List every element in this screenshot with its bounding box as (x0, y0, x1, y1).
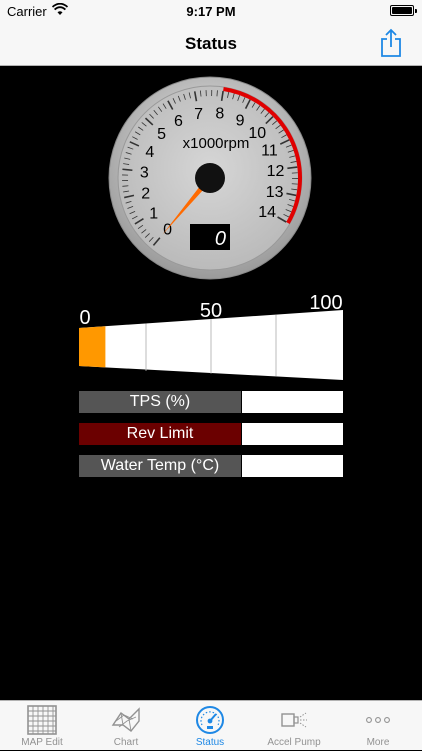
readout-rev-limit-value (242, 423, 343, 445)
clock: 9:17 PM (0, 4, 422, 19)
navigation-bar: Status (0, 22, 422, 66)
tach-tick (122, 169, 132, 170)
tab-status[interactable]: Status (168, 701, 252, 751)
tab-more-label: More (336, 737, 420, 748)
tach-scale-label: 7 (194, 106, 203, 123)
tab-accel-pump[interactable]: Accel Pump (252, 701, 336, 751)
injector-icon (279, 705, 309, 735)
tach-scale-label: 14 (258, 204, 276, 221)
tach-scale-label: 2 (141, 186, 150, 203)
more-icon (363, 705, 393, 735)
digital-readout: 0 (215, 228, 226, 250)
tach-tick (122, 186, 128, 187)
tach-scale-label: 13 (266, 184, 284, 201)
tach-scale-label: 10 (248, 125, 266, 142)
tab-chart-label: Chart (84, 737, 168, 748)
page-title: Status (0, 34, 422, 54)
readout-water-temp: Water Temp (°C) (79, 455, 343, 477)
tach-tick (217, 90, 218, 96)
tach-scale-label: 3 (140, 164, 149, 181)
tachometer-gauge: 01234567891011121314 x1000rpm 0 (108, 76, 312, 280)
tach-scale-label: 8 (215, 106, 224, 123)
tach-scale-label: 1 (149, 205, 158, 222)
readout-water-temp-label: Water Temp (°C) (79, 455, 241, 477)
tab-map-edit-label: MAP Edit (0, 737, 84, 748)
tab-chart[interactable]: Chart (84, 701, 168, 751)
grid-icon (27, 705, 57, 735)
tach-scale-label: 4 (145, 144, 154, 161)
share-icon[interactable] (378, 28, 404, 58)
tab-map-edit[interactable]: MAP Edit (0, 701, 84, 751)
readout-rev-limit-label: Rev Limit (79, 423, 241, 445)
status-bar: Carrier 9:17 PM (0, 0, 422, 22)
readout-water-temp-value (242, 455, 343, 477)
readout-tps-label: TPS (%) (79, 391, 241, 413)
gauge-icon (195, 705, 225, 735)
throttle-bar: 0 50 100 (76, 288, 348, 384)
rpm-unit-label: x1000rpm (183, 135, 250, 152)
tach-scale-label: 5 (157, 126, 166, 143)
tach-scale-label: 9 (236, 112, 245, 129)
tab-more[interactable]: More (336, 701, 420, 751)
tach-scale-label: 11 (261, 142, 278, 159)
readout-tps: TPS (%) (79, 391, 343, 413)
readout-rev-limit: Rev Limit (79, 423, 343, 445)
battery-icon (390, 5, 414, 16)
tab-accel-pump-label: Accel Pump (252, 737, 336, 748)
chart-surface-icon (111, 705, 141, 735)
tab-bar: MAP Edit Chart Status Accel Pump (0, 700, 422, 750)
readout-tps-value (242, 391, 343, 413)
tab-status-label: Status (168, 737, 252, 748)
tach-scale-label: 12 (267, 163, 285, 180)
tach-scale-label: 6 (174, 113, 183, 130)
throttle-fill (79, 326, 105, 367)
throttle-scale-label-min: 0 (79, 307, 90, 329)
needle-hub (195, 163, 225, 193)
